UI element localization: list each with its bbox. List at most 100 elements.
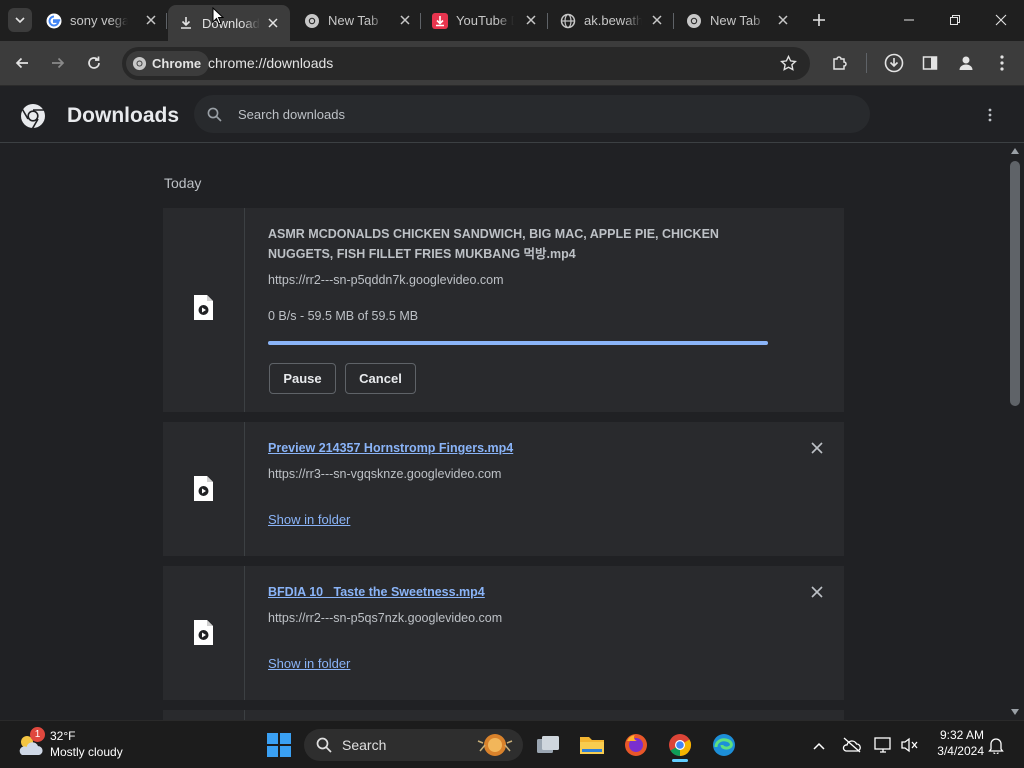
back-button[interactable]	[8, 49, 36, 77]
remove-from-list-icon[interactable]	[810, 585, 824, 599]
close-icon[interactable]	[144, 13, 158, 27]
tab-sony-vegas[interactable]: sony vegas	[46, 6, 162, 35]
weather-description: Mostly cloudy	[50, 745, 123, 759]
download-circle-icon	[884, 53, 904, 73]
tab-title: sony vegas	[70, 13, 128, 28]
download-item: Preview 214357 Hornstromp Fingers.mp4 ht…	[163, 422, 844, 556]
file-explorer-button[interactable]	[576, 729, 608, 761]
downloads-menu-button[interactable]	[980, 105, 1000, 125]
search-icon	[316, 737, 332, 753]
file-source-url[interactable]: https://rr3---sn-vgqsknze.googlevideo.co…	[268, 467, 501, 481]
arrow-right-icon	[52, 57, 65, 69]
minimize-button[interactable]	[886, 0, 932, 40]
scroll-down-icon[interactable]	[1011, 709, 1019, 715]
tab-youtube-downloader[interactable]: YouTube Downloader	[432, 6, 542, 35]
folder-icon	[580, 737, 604, 754]
downloads-button[interactable]	[880, 49, 908, 77]
file-icon-column	[163, 710, 245, 720]
extensions-button[interactable]	[826, 49, 854, 77]
url-text[interactable]: chrome://downloads	[208, 55, 333, 71]
avatar-icon	[959, 56, 973, 70]
search-downloads-field[interactable]	[194, 95, 870, 133]
network-icon[interactable]	[874, 736, 894, 754]
search-highlight-icon	[477, 734, 513, 756]
site-info-chip[interactable]: Chrome	[126, 51, 210, 76]
close-icon[interactable]	[650, 13, 664, 27]
file-icon-column	[163, 208, 245, 412]
volume-muted-icon[interactable]	[900, 737, 918, 753]
restore-button[interactable]	[932, 0, 978, 40]
close-icon[interactable]	[266, 16, 280, 30]
chrome-taskbar-button[interactable]	[664, 729, 696, 762]
file-name-link[interactable]: BFDIA 10_ Taste the Sweetness.mp4	[268, 582, 768, 602]
reload-icon	[88, 56, 100, 69]
cloud-offline-icon[interactable]	[842, 737, 862, 753]
tab-new-tab[interactable]: New Tab	[304, 6, 416, 35]
notification-bell-icon[interactable]	[988, 736, 1004, 754]
show-in-folder-link[interactable]: Show in folder	[268, 512, 350, 527]
tab-ak-bewathe[interactable]: ak.bewathe	[560, 6, 668, 35]
tab-separator	[166, 13, 167, 29]
address-bar[interactable]: Chrome chrome://downloads	[122, 47, 810, 80]
firefox-button[interactable]	[620, 729, 652, 761]
reload-button[interactable]	[80, 49, 108, 77]
browser-menu-button[interactable]	[988, 49, 1016, 77]
show-in-folder-link[interactable]: Show in folder	[268, 656, 350, 671]
taskbar-search[interactable]: Search	[304, 729, 523, 761]
page-scrollbar[interactable]	[1006, 144, 1024, 720]
windows-logo-icon	[267, 733, 291, 757]
windows-taskbar: 1 32°F Mostly cloudy Search 9:32 AM 3/4/…	[0, 720, 1024, 768]
tab-title: New Tab	[328, 13, 379, 28]
puzzle-icon	[833, 56, 847, 70]
task-view-button[interactable]	[532, 729, 564, 761]
pause-button[interactable]: Pause	[269, 363, 336, 394]
tab-strip: sony vegas Downloads New Tab YouTube Dow…	[0, 0, 1024, 41]
remove-from-list-icon[interactable]	[810, 441, 824, 455]
chrome-icon	[132, 56, 147, 71]
progress-fill	[268, 341, 768, 345]
close-window-button[interactable]	[978, 0, 1024, 40]
tab-separator	[420, 13, 421, 29]
chrome-logo-icon	[21, 104, 45, 129]
scroll-up-icon[interactable]	[1011, 148, 1019, 154]
clock-time: 9:32 AM	[939, 728, 984, 742]
weather-temperature: 32°F	[50, 729, 76, 743]
new-tab-button[interactable]	[808, 9, 830, 31]
file-name-link[interactable]: Preview 214357 Hornstromp Fingers.mp4	[268, 438, 768, 458]
file-source-url[interactable]: https://rr2---sn-p5qddn7k.googlevideo.co…	[268, 273, 504, 287]
file-source-url[interactable]: https://rr2---sn-p5qs7nzk.googlevideo.co…	[268, 611, 502, 625]
star-icon[interactable]	[780, 55, 797, 72]
video-file-icon[interactable]	[193, 294, 214, 321]
browser-toolbar: Chrome chrome://downloads	[0, 41, 1024, 86]
forward-button[interactable]	[44, 49, 72, 77]
video-file-icon[interactable]	[193, 475, 214, 502]
tab-new-tab-2[interactable]: New Tab	[686, 6, 794, 35]
search-input[interactable]	[238, 104, 838, 124]
chip-label: Chrome	[152, 56, 202, 71]
scrollbar-thumb[interactable]	[1010, 161, 1020, 406]
cancel-button[interactable]: Cancel	[345, 363, 416, 394]
tab-search-button[interactable]	[8, 8, 32, 32]
close-icon[interactable]	[398, 13, 412, 27]
arrow-left-icon	[15, 57, 28, 69]
chrome-icon	[687, 13, 701, 28]
download-item: ASMR MCDONALDS CHICKEN SANDWICH, BIG MAC…	[163, 208, 844, 412]
system-clock[interactable]: 9:32 AM 3/4/2024	[924, 727, 984, 763]
close-icon[interactable]	[524, 13, 538, 27]
weather-badge: 1	[30, 727, 45, 742]
start-button[interactable]	[263, 729, 295, 761]
tab-title: ak.bewathe	[584, 13, 642, 28]
download-status: 0 B/s - 59.5 MB of 59.5 MB	[268, 309, 419, 323]
tray-overflow-button[interactable]	[810, 737, 828, 755]
video-file-icon[interactable]	[193, 619, 214, 646]
edge-button[interactable]	[708, 729, 740, 761]
chrome-icon	[305, 13, 319, 28]
profile-button[interactable]	[952, 49, 980, 77]
close-icon[interactable]	[776, 13, 790, 27]
tab-downloads[interactable]: Downloads	[168, 5, 290, 41]
weather-widget[interactable]: 1 32°F Mostly cloudy	[14, 727, 154, 763]
firefox-icon	[625, 734, 647, 756]
edge-icon	[713, 734, 735, 756]
minimize-icon	[904, 19, 914, 21]
side-panel-button[interactable]	[916, 49, 944, 77]
